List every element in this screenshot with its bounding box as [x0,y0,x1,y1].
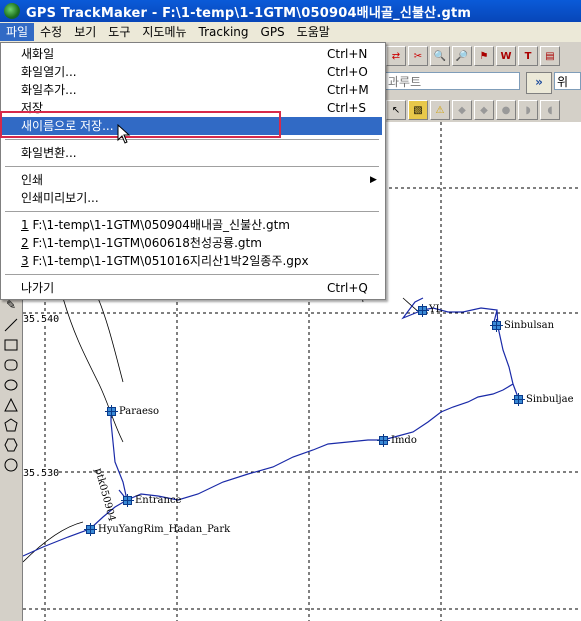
menu-separator [5,139,379,141]
rectangle-tool-icon[interactable] [1,336,21,354]
waypoint-label: Paraeso [119,406,160,417]
waypoint-marker[interactable] [490,319,503,332]
window-title: GPS TrackMaker - F:\1-temp\1-1GTM\050904… [26,5,472,21]
lat-label: 35.530 [23,468,60,479]
line-tool-icon[interactable] [1,316,21,334]
waypoint-tool-icon[interactable]: ⚑ [474,46,494,66]
circle-tool-icon[interactable] [1,456,21,474]
waypoint-label: Entrance [135,495,182,506]
route-edit-icon[interactable]: ⇄ [386,46,406,66]
waypoint-marker[interactable] [121,494,134,507]
menu-bar: 파일 수정 보기 도구 지도메뉴 Tracking GPS 도움말 [0,22,581,43]
title-bar: GPS TrackMaker - F:\1-temp\1-1GTM\050904… [0,0,581,22]
menu-new[interactable]: 새화일 Ctrl+N [2,45,382,63]
menu-separator [5,274,379,276]
menu-recent-file[interactable]: 2 F:\1-temp\1-1GTM\060618천성공룡.gtm [2,234,382,252]
menu-open[interactable]: 화일열기... Ctrl+O [2,63,382,81]
menu-exit[interactable]: 나가기 Ctrl+Q [2,279,382,297]
track-line [23,297,520,557]
menu-gps[interactable]: GPS [255,23,291,41]
gray-tool-3-icon[interactable]: ● [496,100,516,120]
triangle-tool-icon[interactable] [1,396,21,414]
waypoint-marker[interactable] [512,393,525,406]
go-button[interactable]: » [526,72,552,94]
search-icon[interactable]: 🔎 [452,46,472,66]
menu-add[interactable]: 화일추가... Ctrl+M [2,81,382,99]
menu-print-preview[interactable]: 인쇄미리보기... [2,189,382,207]
pentagon-tool-icon[interactable] [1,416,21,434]
menu-separator [5,211,379,213]
text-tool-icon[interactable]: T [518,46,538,66]
warning-icon[interactable]: ⚠ [430,100,450,120]
waypoint-label: HyuYangRim_Hadan_Park [98,524,231,535]
gray-tool-5-icon[interactable]: ◖ [540,100,560,120]
menu-recent-file[interactable]: 1 F:\1-temp\1-1GTM\050904배내골_신불산.gtm [2,216,382,234]
route-delete-icon[interactable]: ✂ [408,46,428,66]
waypoint-marker[interactable] [84,523,97,536]
menu-view[interactable]: 보기 [68,23,102,41]
menu-help[interactable]: 도움말 [291,23,336,41]
menu-save[interactable]: 저장 Ctrl+S [2,99,382,117]
hexagon-tool-icon[interactable] [1,436,21,454]
menu-file[interactable]: 파일 [0,23,35,41]
gray-tool-1-icon[interactable]: ◆ [452,100,472,120]
ellipse-tool-icon[interactable] [1,376,21,394]
menu-tracking[interactable]: Tracking [193,23,255,41]
waypoint-marker[interactable] [416,304,429,317]
toolbar-row-1: ⇄ ✂ 🔍 🔎 ⚑ W T ▤ [386,46,560,66]
pointer-icon[interactable]: ↖ [386,100,406,120]
route-combo-2[interactable]: 위 [554,72,581,90]
toolbar-row-2: ↖ ▧ ⚠ ◆ ◆ ● ◗ ◖ [386,100,560,120]
waypoint-label: Imdo [391,435,417,446]
menu-separator [5,166,379,168]
waypoint-text-icon[interactable]: W [496,46,516,66]
file-menu-dropdown: 새화일 Ctrl+N 화일열기... Ctrl+O 화일추가... Ctrl+M… [0,42,386,300]
mouse-cursor-icon [117,124,131,144]
rounded-rect-tool-icon[interactable] [1,356,21,374]
menu-tools[interactable]: 도구 [102,23,136,41]
menu-save-as[interactable]: 새이름으로 저장... [2,117,382,135]
waypoint-label: YL [429,304,443,315]
waypoint-marker[interactable] [105,405,118,418]
drawing-palette: ✎ [0,295,23,621]
app-globe-icon [4,3,20,19]
menu-print[interactable]: 인쇄 ▶ [2,171,382,189]
waypoint-label: Sinbulsan [504,320,555,331]
submenu-arrow-icon: ▶ [370,175,377,185]
menu-edit[interactable]: 수정 [34,23,68,41]
waypoint-label: Sinbuljae [526,394,574,405]
layers-icon[interactable]: ▤ [540,46,560,66]
menu-convert[interactable]: 화일변환... [2,144,382,162]
menu-recent-file[interactable]: 3 F:\1-temp\1-1GTM\051016지리산1박2일종주.gpx [2,252,382,270]
gray-tool-4-icon[interactable]: ◗ [518,100,538,120]
hatch-icon[interactable]: ▧ [408,100,428,120]
zoom-icon[interactable]: 🔍 [430,46,450,66]
lat-label: 35.540 [23,314,60,325]
gray-tool-2-icon[interactable]: ◆ [474,100,494,120]
waypoint-marker[interactable] [377,434,390,447]
menu-map[interactable]: 지도메뉴 [136,23,192,41]
route-combo[interactable]: 과루트 [384,72,520,90]
